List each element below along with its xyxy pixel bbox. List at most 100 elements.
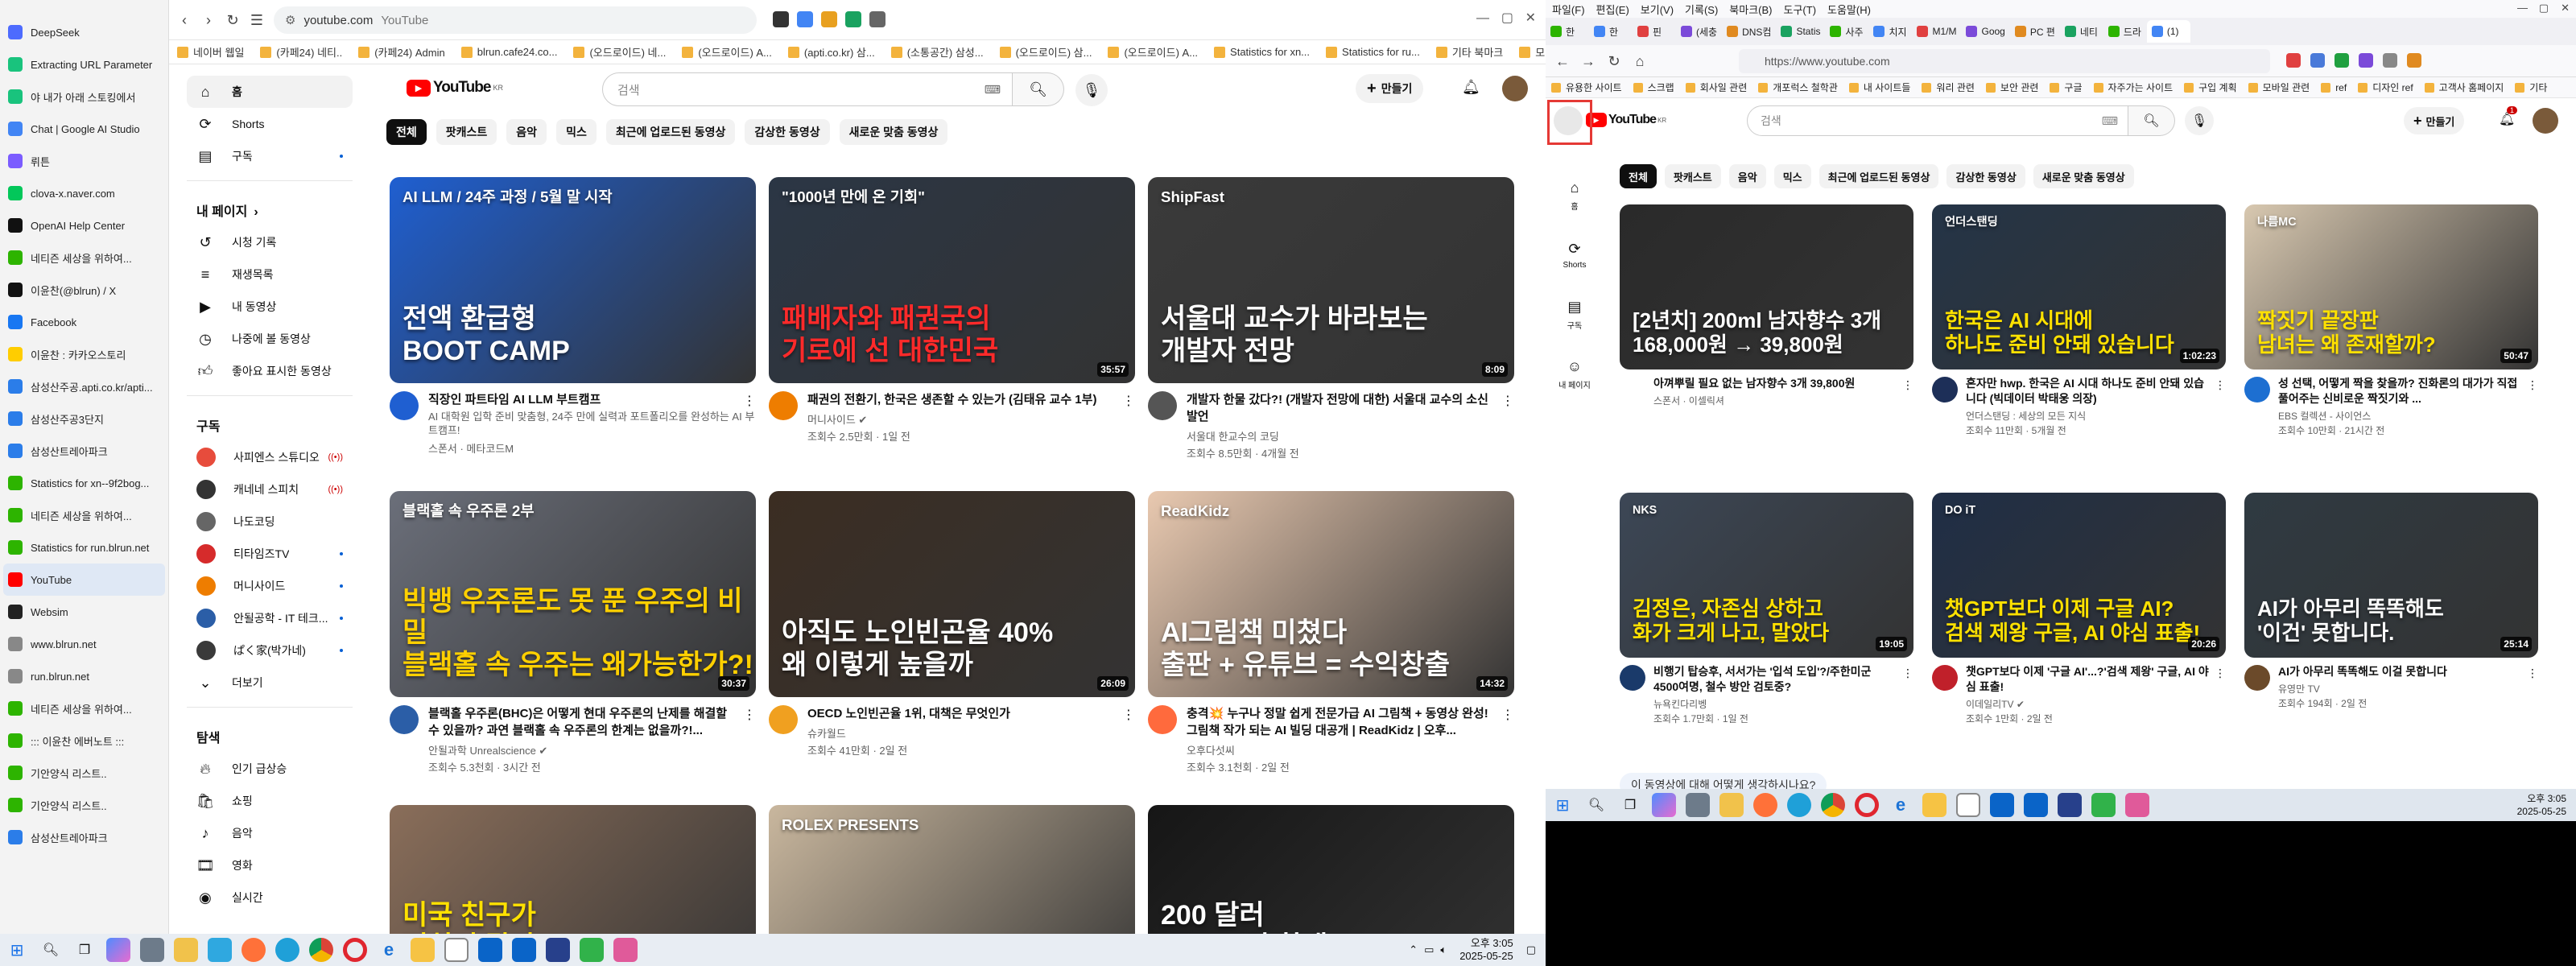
vertical-tab[interactable]: 이윤찬 : 카카오스토리 [0, 338, 168, 370]
bookmark-item[interactable]: 유용한 사이트 [1546, 80, 1628, 94]
opera-icon[interactable] [343, 938, 367, 962]
video-title[interactable]: OECD 노인빈곤율 1위, 대책은 무엇인가 [769, 705, 1135, 722]
video-title[interactable]: 혼자만 hwp. 한국은 AI 시대 하나도 준비 안돼 있습니다 (빅데이터 … [1932, 376, 2226, 407]
sidebar-subscription-item[interactable]: 안될공학 - IT 테크... [187, 602, 353, 634]
sidebar-subscription-item[interactable]: 사피엔스 스튜디오 ((•)) [187, 441, 353, 473]
bookmark-item[interactable]: 고객사 홈페이지 [2419, 80, 2510, 94]
maximize-icon[interactable]: ▢ [1501, 10, 1513, 26]
filter-chip[interactable]: 감상한 동영상 [1946, 164, 2025, 188]
channel-name[interactable]: 이데일리TV ✔ [1932, 697, 2226, 711]
video-title[interactable]: 비행기 탑승후, 서서가는 '입석 도입'?/주한미군 4500여명, 철수 방… [1620, 664, 1913, 695]
more-options-icon[interactable]: ⋮ [1501, 393, 1514, 409]
bookmark-item[interactable]: 보안 관련 [1980, 80, 2045, 94]
reload-icon[interactable]: ↻ [1604, 51, 1624, 72]
browser-tab[interactable]: 한 [1589, 20, 1633, 43]
video-title[interactable]: 개발자 한물 갔다?! (개발자 전망에 대한) 서울대 교수의 소신 발언 [1148, 391, 1514, 425]
video-thumbnail[interactable]: ReadKidz AI그림책 미쳤다 출판 + 유튜브 = 수익창출 14:32 [1148, 491, 1514, 697]
more-options-icon[interactable]: ⋮ [2215, 667, 2226, 680]
youtube-logo[interactable]: ▶ YouTube KR [407, 79, 503, 97]
video-card[interactable]: DO iT 챗GPT보다 이제 구글 AI? 검색 제왕 구글, AI 야심 표출… [1932, 493, 2226, 725]
app-icon[interactable] [208, 938, 232, 962]
more-options-icon[interactable]: ⋮ [743, 393, 756, 409]
bookmark-item[interactable]: 워리 관련 [1916, 80, 1980, 94]
notifications-bell-icon[interactable]: 🔔︎ 1 [2499, 106, 2518, 127]
browser-tab[interactable]: 핀 [1633, 20, 1676, 43]
back-icon[interactable]: ← [1552, 51, 1573, 72]
more-options-icon[interactable]: ⋮ [1122, 707, 1135, 723]
channel-name[interactable]: 안될과학 Unrealscience ✔ [390, 742, 756, 758]
filter-chip[interactable]: 팟캐스트 [1664, 164, 1721, 188]
channel-avatar[interactable] [1148, 705, 1177, 734]
extension-icon[interactable] [2286, 53, 2301, 68]
close-icon[interactable]: ✕ [1525, 10, 1536, 26]
show-more-button[interactable]: ⌄ 더보기 [187, 667, 353, 699]
bookmark-item[interactable]: 모바일 관련 [2243, 80, 2316, 94]
video-thumbnail[interactable]: NKS 김정은, 자존심 상하고 화가 크게 나고, 말았다 19:05 [1620, 493, 1913, 658]
forward-icon[interactable]: › [198, 10, 219, 31]
filter-chip[interactable]: 음악 [1728, 164, 1766, 188]
outlook-icon[interactable] [1990, 793, 2014, 817]
menu-icon[interactable] [360, 68, 405, 113]
bookmark-item[interactable]: ref [2315, 82, 2352, 93]
channel-name[interactable]: 머니사이드 ✔ [769, 411, 1135, 427]
vertical-tab[interactable]: 삼성산트레아파크 [0, 435, 168, 467]
bookmark-item[interactable]: 자주가는 사이트 [2088, 80, 2179, 94]
search-input[interactable]: 검색 ⌨ [602, 72, 1013, 106]
channel-name[interactable]: EBS 컬렉션 - 사이언스 [2244, 409, 2538, 423]
more-options-icon[interactable]: ⋮ [2215, 378, 2226, 392]
channel-avatar[interactable] [769, 391, 798, 420]
extension-icon[interactable] [2383, 53, 2397, 68]
mini-guide-item-home[interactable]: ⌂ 홈 [1546, 166, 1604, 225]
start-icon[interactable]: ⊞ [5, 938, 29, 962]
vertical-tab[interactable]: Facebook [0, 306, 168, 338]
bookmark-item[interactable]: (소통공간) 삼성... [883, 44, 992, 60]
filter-chip[interactable]: 믹스 [556, 119, 597, 145]
video-card[interactable]: NKS 김정은, 자존심 상하고 화가 크게 나고, 말았다 19:05 비행기 탑승… [1620, 493, 1913, 725]
browser-tab[interactable]: 치지 [1868, 20, 1912, 43]
sync-icon[interactable] [2091, 793, 2116, 817]
video-card[interactable]: 나름MC 짝짓기 끝장판 남녀는 왜 존재할까? 50:47 성 선택, 어떻게 짝을… [2244, 204, 2538, 437]
extension-icon[interactable] [869, 11, 886, 27]
filter-chip[interactable]: 팟캐스트 [436, 119, 497, 145]
vertical-tab[interactable]: Statistics for run.blrun.net [0, 531, 168, 564]
firefox-icon[interactable] [1753, 793, 1777, 817]
video-thumbnail[interactable]: DO iT 챗GPT보다 이제 구글 AI? 검색 제왕 구글, AI 야심 표출… [1932, 493, 2226, 658]
avatar[interactable] [1502, 76, 1528, 101]
outlook-icon[interactable] [2024, 793, 2048, 817]
video-thumbnail[interactable]: ShipFast 서울대 교수가 바라보는 개발자 전망 8:09 [1148, 177, 1514, 383]
filter-chip[interactable]: 전체 [386, 119, 427, 145]
bookmark-item[interactable]: 기타 북마크 [1428, 44, 1511, 60]
bookmark-item[interactable]: (오드로이드) A... [1100, 44, 1206, 60]
browser-tab[interactable]: Goog [1961, 20, 2009, 43]
vertical-tab[interactable]: 야 내가 아래 스토킹에서 [0, 80, 168, 113]
copilot-icon[interactable] [1652, 793, 1676, 817]
sidebar-item-like[interactable]: 👍︎ 좋아요 표시한 동영상 [187, 355, 353, 387]
bookmark-item[interactable]: 개포럭스 철학관 [1752, 80, 1843, 94]
search-icon[interactable]: 🔍︎ [39, 938, 63, 962]
vertical-tab[interactable]: 삼성산주공3단지 [0, 402, 168, 435]
video-card[interactable]: "1000년 만에 온 기회" 패배자와 패권국의 기로에 선 대한민국 35:57… [769, 177, 1135, 444]
sidebar-item-shorts[interactable]: ⟳ Shorts [187, 108, 353, 140]
bookmark-item[interactable]: 기타 [2509, 80, 2553, 94]
reload-icon[interactable]: ↻ [222, 10, 243, 31]
sidebar-item-live[interactable]: ◉ 실시간 [187, 881, 353, 914]
more-options-icon[interactable]: ⋮ [1501, 707, 1514, 723]
vertical-tab[interactable]: 삼성산주공.apti.co.kr/apti... [0, 370, 168, 402]
bookmark-item[interactable]: Statistics for xn... [1206, 46, 1318, 58]
maximize-icon[interactable]: ▢ [2539, 2, 2549, 14]
sidebar-item-my-videos[interactable]: ▶ 내 동영상 [187, 291, 353, 323]
channel-avatar[interactable] [1148, 391, 1177, 420]
extension-icon[interactable] [2310, 53, 2325, 68]
vertical-tab[interactable]: run.blrun.net [0, 660, 168, 692]
app-icon[interactable] [546, 938, 570, 962]
video-thumbnail[interactable]: "1000년 만에 온 기회" 패배자와 패권국의 기로에 선 대한민국 35:57 [769, 177, 1135, 383]
bookmark-item[interactable]: 디자인 ref [2352, 80, 2418, 94]
filter-chip[interactable]: 새로운 맞춤 동영상 [2033, 164, 2134, 188]
menu-item[interactable]: 도움말(H) [1827, 2, 1871, 17]
channel-avatar[interactable] [390, 391, 419, 420]
filter-chip[interactable]: 전체 [1620, 164, 1657, 188]
search-input[interactable]: 검색 ⌨ [1747, 105, 2128, 136]
search-icon[interactable]: 🔍︎ [1584, 793, 1608, 817]
app-icon[interactable] [1956, 793, 1980, 817]
task-view-icon[interactable]: ❐ [1618, 793, 1642, 817]
